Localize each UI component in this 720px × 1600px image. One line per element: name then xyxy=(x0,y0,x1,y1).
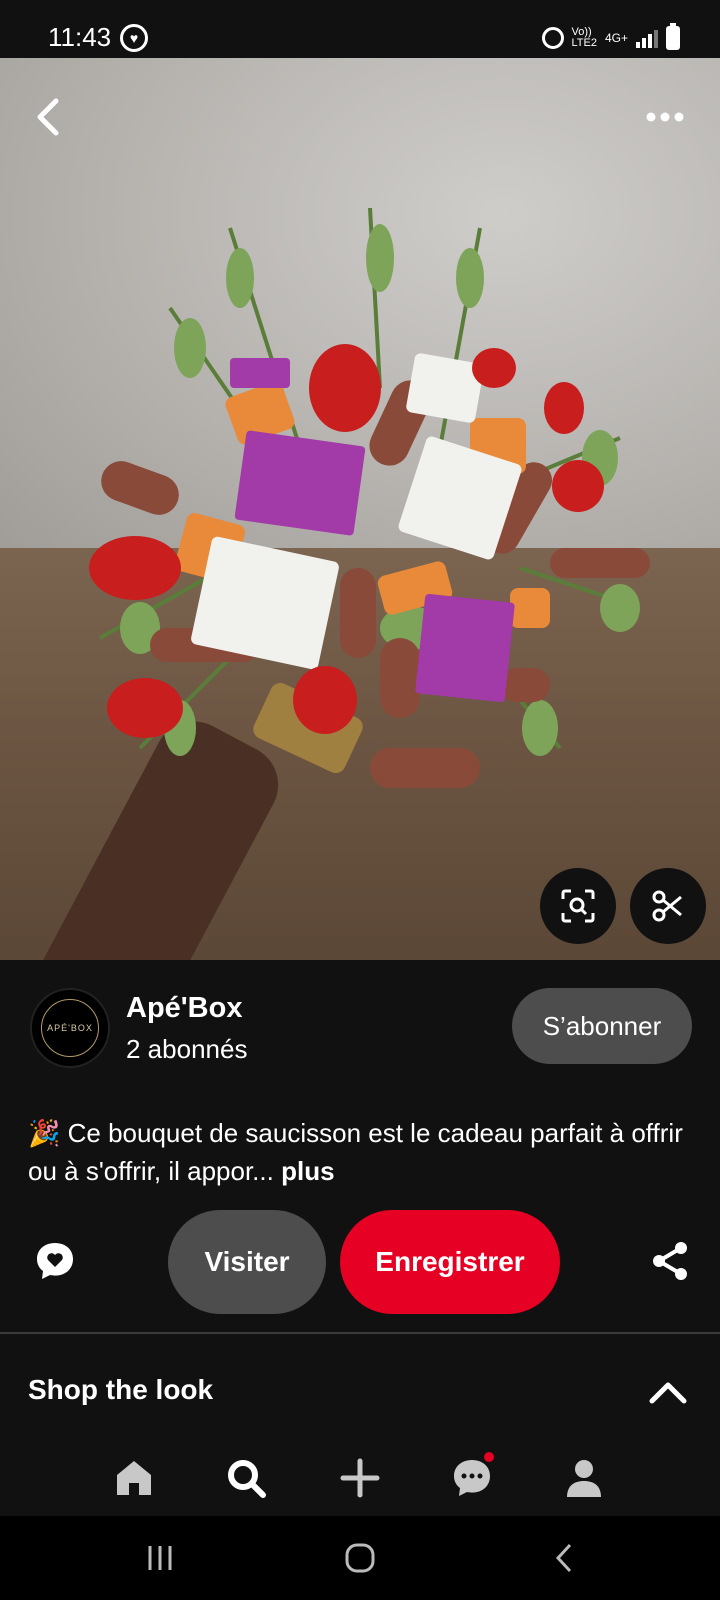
status-bar: 11:43 ♥ Vo)) LTE2 4G+ xyxy=(0,0,720,58)
recent-apps-icon xyxy=(148,1546,172,1570)
nav-messages[interactable] xyxy=(442,1448,502,1508)
back-chevron-icon xyxy=(555,1543,572,1573)
share-icon xyxy=(653,1242,687,1280)
share-button[interactable] xyxy=(645,1236,695,1286)
profile-icon xyxy=(567,1460,601,1497)
nav-profile[interactable] xyxy=(554,1448,614,1508)
status-icons: Vo)) LTE2 4G+ xyxy=(541,23,680,50)
network-bottom-label: LTE2 xyxy=(571,37,597,49)
creator-name[interactable]: Apé'Box xyxy=(126,992,242,1025)
network-type-label: 4G+ xyxy=(604,31,628,45)
pin-description: 🎉 Ce bouquet de saucisson est le cadeau … xyxy=(28,1114,688,1190)
back-button[interactable] xyxy=(24,92,74,142)
notification-dot xyxy=(484,1452,494,1462)
messages-icon xyxy=(454,1460,490,1496)
shop-the-look-section[interactable]: Shop the look xyxy=(0,1334,720,1444)
more-options-button[interactable] xyxy=(640,92,690,142)
visit-button[interactable]: Visiter xyxy=(168,1210,326,1314)
crop-button[interactable] xyxy=(630,868,706,944)
battery-icon xyxy=(666,23,680,50)
comment-heart-icon xyxy=(37,1243,73,1279)
nav-home[interactable] xyxy=(104,1448,164,1508)
avatar[interactable]: APÉ'BOX xyxy=(30,988,110,1068)
search-icon xyxy=(228,1460,266,1498)
network-indicator: Vo)) LTE2 xyxy=(572,27,597,49)
bouquet-illustration xyxy=(89,207,650,788)
more-link[interactable]: plus xyxy=(281,1156,334,1186)
subscribe-button[interactable]: S’abonner xyxy=(512,988,692,1064)
description-text: Ce bouquet de saucisson est le cadeau pa… xyxy=(28,1118,683,1186)
system-navigation-bar xyxy=(0,1516,720,1600)
plus-icon xyxy=(340,1458,380,1498)
signal-icon xyxy=(636,28,658,48)
shop-title: Shop the look xyxy=(28,1374,214,1405)
creator-row: APÉ'BOX Apé'Box 2 abonnés S’abonner xyxy=(0,960,720,1090)
avatar-logo: APÉ'BOX xyxy=(41,999,99,1057)
home-icon xyxy=(117,1461,151,1495)
nav-search[interactable] xyxy=(216,1448,276,1508)
save-button[interactable]: Enregistrer xyxy=(340,1210,560,1314)
pin-image[interactable] xyxy=(0,58,720,960)
alarm-icon xyxy=(541,27,564,49)
recent-apps-button[interactable] xyxy=(130,1538,190,1578)
back-system-button[interactable] xyxy=(534,1538,594,1578)
expand-toggle-button[interactable] xyxy=(646,1370,690,1414)
scissors-icon xyxy=(652,890,682,922)
party-emoji: 🎉 xyxy=(28,1118,61,1148)
back-arrow-icon xyxy=(37,98,59,136)
heart-circle-icon: ♥ xyxy=(120,24,148,52)
comment-button[interactable] xyxy=(30,1236,80,1286)
nav-create[interactable] xyxy=(330,1448,390,1508)
home-system-button[interactable] xyxy=(330,1538,390,1578)
chevron-up-icon xyxy=(649,1382,687,1404)
status-time: 11:43 xyxy=(48,22,112,52)
action-bar: Visiter Enregistrer xyxy=(0,1210,720,1314)
visual-search-icon xyxy=(561,889,595,923)
bottom-nav xyxy=(0,1440,720,1516)
more-dots-icon xyxy=(646,112,684,122)
creator-followers: 2 abonnés xyxy=(126,1034,248,1064)
visual-search-button[interactable] xyxy=(540,868,616,944)
home-circle-icon xyxy=(345,1543,375,1573)
